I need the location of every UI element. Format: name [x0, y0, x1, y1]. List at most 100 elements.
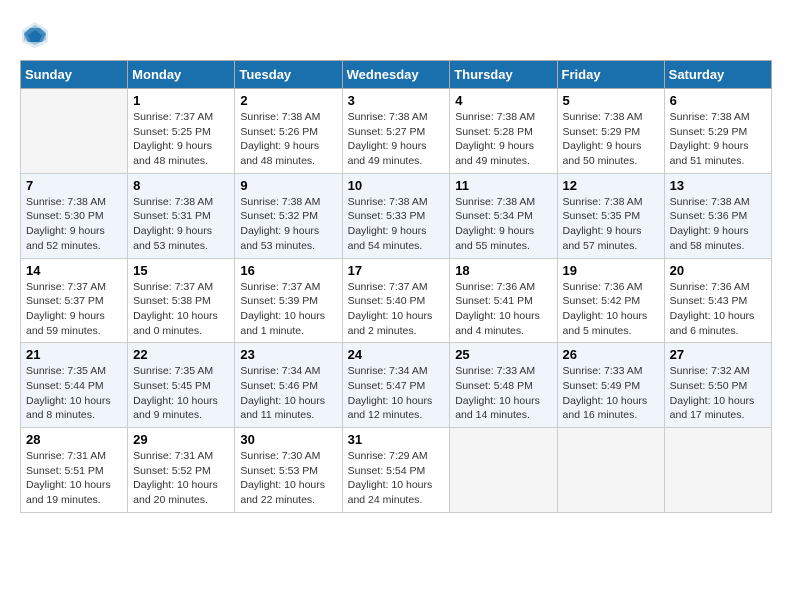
calendar-cell [450, 428, 557, 513]
calendar-cell: 25 Sunrise: 7:33 AMSunset: 5:48 PMDayligh… [450, 343, 557, 428]
calendar-cell: 6 Sunrise: 7:38 AMSunset: 5:29 PMDaylight… [664, 89, 771, 174]
week-row-5: 28 Sunrise: 7:31 AMSunset: 5:51 PMDayligh… [21, 428, 772, 513]
weekday-header-saturday: Saturday [664, 61, 771, 89]
logo-icon [20, 20, 50, 50]
day-number: 25 [455, 347, 551, 362]
weekday-header-wednesday: Wednesday [342, 61, 450, 89]
week-row-2: 7Sunrise: 7:38 AMSunset: 5:30 PMDaylight… [21, 173, 772, 258]
day-info: Sunrise: 7:37 AMSunset: 5:37 PMDaylight:… [26, 280, 122, 339]
day-info: Sunrise: 7:30 AMSunset: 5:53 PMDaylight:… [240, 449, 336, 508]
day-info: Sunrise: 7:37 AMSunset: 5:38 PMDaylight:… [133, 280, 229, 339]
day-info: Sunrise: 7:34 AMSunset: 5:46 PMDaylight:… [240, 364, 336, 423]
calendar-cell: 30 Sunrise: 7:30 AMSunset: 5:53 PMDayligh… [235, 428, 342, 513]
day-info: Sunrise: 7:38 AMSunset: 5:30 PMDaylight:… [26, 195, 122, 254]
logo [20, 20, 54, 50]
calendar-cell: 5Sunrise: 7:38 AMSunset: 5:29 PMDaylight… [557, 89, 664, 174]
day-info: Sunrise: 7:37 AMSunset: 5:39 PMDaylight:… [240, 280, 336, 339]
calendar-cell: 29 Sunrise: 7:31 AMSunset: 5:52 PMDayligh… [128, 428, 235, 513]
day-info: Sunrise: 7:38 AMSunset: 5:36 PMDaylight:… [670, 195, 766, 254]
day-number: 15 [133, 263, 229, 278]
calendar-header: SundayMondayTuesdayWednesdayThursdayFrid… [21, 61, 772, 89]
day-number: 12 [563, 178, 659, 193]
page-header [20, 20, 772, 50]
calendar-cell [21, 89, 128, 174]
calendar-cell: 24Sunrise: 7:34 AMSunset: 5:47 PMDayligh… [342, 343, 450, 428]
day-info: Sunrise: 7:29 AMSunset: 5:54 PMDaylight:… [348, 449, 445, 508]
day-number: 14 [26, 263, 122, 278]
day-info: Sunrise: 7:38 AMSunset: 5:33 PMDaylight:… [348, 195, 445, 254]
day-number: 26 [563, 347, 659, 362]
calendar-body: 1 Sunrise: 7:37 AMSunset: 5:25 PMDaylight… [21, 89, 772, 513]
calendar-cell: 18Sunrise: 7:36 AMSunset: 5:41 PMDayligh… [450, 258, 557, 343]
day-info: Sunrise: 7:32 AMSunset: 5:50 PMDaylight:… [670, 364, 766, 423]
week-row-4: 21Sunrise: 7:35 AMSunset: 5:44 PMDayligh… [21, 343, 772, 428]
day-number: 6 [670, 93, 766, 108]
day-number: 20 [670, 263, 766, 278]
day-info: Sunrise: 7:38 AMSunset: 5:29 PMDaylight:… [670, 110, 766, 169]
day-info: Sunrise: 7:38 AMSunset: 5:26 PMDaylight:… [240, 110, 336, 169]
day-info: Sunrise: 7:38 AMSunset: 5:35 PMDaylight:… [563, 195, 659, 254]
day-number: 27 [670, 347, 766, 362]
day-number: 16 [240, 263, 336, 278]
day-number: 31 [348, 432, 445, 447]
day-number: 19 [563, 263, 659, 278]
day-number: 3 [348, 93, 445, 108]
calendar-cell: 26 Sunrise: 7:33 AMSunset: 5:49 PMDayligh… [557, 343, 664, 428]
day-number: 11 [455, 178, 551, 193]
day-info: Sunrise: 7:31 AMSunset: 5:51 PMDaylight:… [26, 449, 122, 508]
day-info: Sunrise: 7:37 AMSunset: 5:25 PMDaylight:… [133, 110, 229, 169]
day-number: 22 [133, 347, 229, 362]
calendar-cell: 22 Sunrise: 7:35 AMSunset: 5:45 PMDayligh… [128, 343, 235, 428]
weekday-header-friday: Friday [557, 61, 664, 89]
day-info: Sunrise: 7:36 AMSunset: 5:42 PMDaylight:… [563, 280, 659, 339]
day-number: 4 [455, 93, 551, 108]
calendar-cell: 7Sunrise: 7:38 AMSunset: 5:30 PMDaylight… [21, 173, 128, 258]
calendar-cell: 10 Sunrise: 7:38 AMSunset: 5:33 PMDayligh… [342, 173, 450, 258]
calendar-cell: 3 Sunrise: 7:38 AMSunset: 5:27 PMDaylight… [342, 89, 450, 174]
day-info: Sunrise: 7:36 AMSunset: 5:41 PMDaylight:… [455, 280, 551, 339]
day-info: Sunrise: 7:33 AMSunset: 5:48 PMDaylight:… [455, 364, 551, 423]
weekday-header-sunday: Sunday [21, 61, 128, 89]
calendar-cell: 19 Sunrise: 7:36 AMSunset: 5:42 PMDayligh… [557, 258, 664, 343]
week-row-3: 14 Sunrise: 7:37 AMSunset: 5:37 PMDayligh… [21, 258, 772, 343]
day-info: Sunrise: 7:36 AMSunset: 5:43 PMDaylight:… [670, 280, 766, 339]
day-number: 2 [240, 93, 336, 108]
header-row: SundayMondayTuesdayWednesdayThursdayFrid… [21, 61, 772, 89]
day-number: 13 [670, 178, 766, 193]
day-info: Sunrise: 7:38 AMSunset: 5:31 PMDaylight:… [133, 195, 229, 254]
day-info: Sunrise: 7:34 AMSunset: 5:47 PMDaylight:… [348, 364, 445, 423]
calendar-cell: 2 Sunrise: 7:38 AMSunset: 5:26 PMDaylight… [235, 89, 342, 174]
day-number: 10 [348, 178, 445, 193]
calendar-cell: 17 Sunrise: 7:37 AMSunset: 5:40 PMDayligh… [342, 258, 450, 343]
calendar-table: SundayMondayTuesdayWednesdayThursdayFrid… [20, 60, 772, 513]
calendar-cell: 21Sunrise: 7:35 AMSunset: 5:44 PMDayligh… [21, 343, 128, 428]
day-info: Sunrise: 7:38 AMSunset: 5:34 PMDaylight:… [455, 195, 551, 254]
calendar-cell: 9Sunrise: 7:38 AMSunset: 5:32 PMDaylight… [235, 173, 342, 258]
day-number: 5 [563, 93, 659, 108]
calendar-cell: 14 Sunrise: 7:37 AMSunset: 5:37 PMDayligh… [21, 258, 128, 343]
week-row-1: 1 Sunrise: 7:37 AMSunset: 5:25 PMDaylight… [21, 89, 772, 174]
day-info: Sunrise: 7:31 AMSunset: 5:52 PMDaylight:… [133, 449, 229, 508]
day-info: Sunrise: 7:33 AMSunset: 5:49 PMDaylight:… [563, 364, 659, 423]
day-number: 30 [240, 432, 336, 447]
weekday-header-tuesday: Tuesday [235, 61, 342, 89]
day-info: Sunrise: 7:35 AMSunset: 5:44 PMDaylight:… [26, 364, 122, 423]
weekday-header-thursday: Thursday [450, 61, 557, 89]
day-info: Sunrise: 7:38 AMSunset: 5:27 PMDaylight:… [348, 110, 445, 169]
calendar-cell [557, 428, 664, 513]
calendar-cell: 27 Sunrise: 7:32 AMSunset: 5:50 PMDayligh… [664, 343, 771, 428]
calendar-cell: 11 Sunrise: 7:38 AMSunset: 5:34 PMDayligh… [450, 173, 557, 258]
calendar-cell: 16 Sunrise: 7:37 AMSunset: 5:39 PMDayligh… [235, 258, 342, 343]
calendar-cell: 13 Sunrise: 7:38 AMSunset: 5:36 PMDayligh… [664, 173, 771, 258]
day-info: Sunrise: 7:38 AMSunset: 5:28 PMDaylight:… [455, 110, 551, 169]
day-number: 17 [348, 263, 445, 278]
calendar-cell: 20 Sunrise: 7:36 AMSunset: 5:43 PMDayligh… [664, 258, 771, 343]
day-info: Sunrise: 7:35 AMSunset: 5:45 PMDaylight:… [133, 364, 229, 423]
day-info: Sunrise: 7:37 AMSunset: 5:40 PMDaylight:… [348, 280, 445, 339]
day-number: 28 [26, 432, 122, 447]
day-number: 1 [133, 93, 229, 108]
calendar-cell: 12 Sunrise: 7:38 AMSunset: 5:35 PMDayligh… [557, 173, 664, 258]
day-number: 29 [133, 432, 229, 447]
day-number: 9 [240, 178, 336, 193]
day-number: 8 [133, 178, 229, 193]
